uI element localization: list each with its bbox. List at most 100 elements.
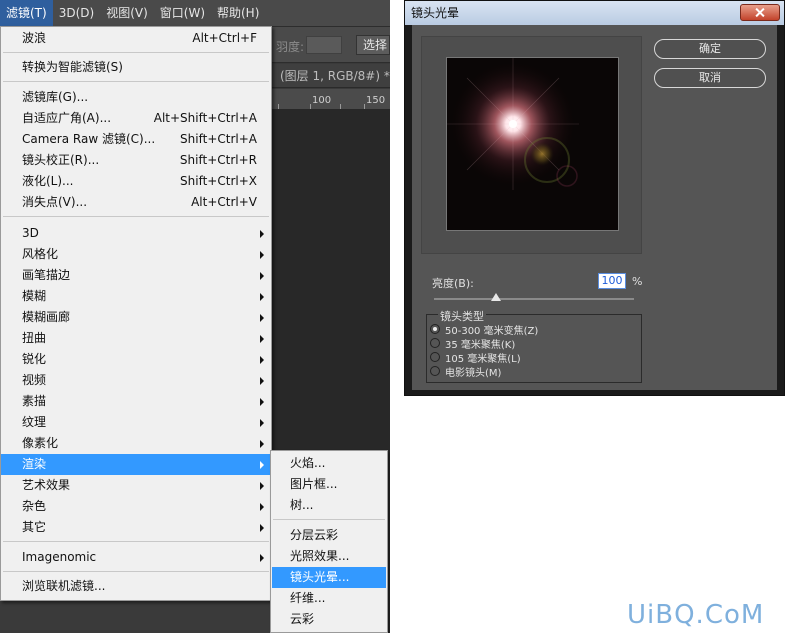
menu-item-texture[interactable]: 纹理	[1, 412, 271, 433]
submenu-arrow-icon	[260, 230, 264, 238]
menu-item-other[interactable]: 其它	[1, 517, 271, 538]
menu-item-blur[interactable]: 模糊	[1, 286, 271, 307]
dialog-title: 镜头光晕	[411, 6, 460, 20]
menu-item-pixelate[interactable]: 像素化	[1, 433, 271, 454]
menu-item-label: 液化(L)...	[22, 174, 74, 188]
slider-thumb-icon[interactable]	[491, 293, 501, 301]
submenu-arrow-icon	[260, 377, 264, 385]
submenu-arrow-icon	[260, 335, 264, 343]
lens-type-option[interactable]: 35 毫米聚焦(K)	[430, 336, 516, 351]
menu-item-label: 渲染	[22, 457, 47, 471]
brightness-slider[interactable]	[434, 298, 634, 300]
menu-item-label: 画笔描边	[22, 268, 71, 282]
lens-type-label: 电影镜头(M)	[445, 367, 502, 379]
menu-item-noise[interactable]: 杂色	[1, 496, 271, 517]
submenu-item-tree[interactable]: 树...	[272, 495, 386, 516]
lens-type-option[interactable]: 50-300 毫米变焦(Z)	[430, 322, 538, 337]
menu-item-label: Camera Raw 滤镜(C)...	[22, 132, 156, 146]
menu-item-shortcut: Shift+Ctrl+A	[180, 132, 257, 146]
menu-separator	[3, 571, 269, 572]
menu-item-distort[interactable]: 扭曲	[1, 328, 271, 349]
select-button[interactable]: 选择	[356, 35, 390, 55]
menu-item-sharpen[interactable]: 锐化	[1, 349, 271, 370]
ok-button[interactable]: 确定	[654, 39, 766, 59]
menu-item-label: 艺术效果	[22, 478, 71, 492]
percent-unit: %	[632, 275, 643, 288]
menu-item-blur-gallery[interactable]: 模糊画廊	[1, 307, 271, 328]
lens-type-label: 35 毫米聚焦(K)	[445, 339, 516, 351]
radio-icon[interactable]	[430, 352, 440, 362]
submenu-arrow-icon	[260, 554, 264, 562]
lens-type-option[interactable]: 电影镜头(M)	[430, 364, 502, 379]
menu-item-vanishing-point[interactable]: 消失点(V)... Alt+Ctrl+V	[1, 192, 271, 213]
menu-3d[interactable]: 3D(D)	[53, 0, 100, 27]
menu-item-label: 其它	[22, 520, 47, 534]
submenu-arrow-icon	[260, 398, 264, 406]
document-tab[interactable]: (图层 1, RGB/8#) *	[270, 64, 390, 88]
menu-item-liquify[interactable]: 液化(L)... Shift+Ctrl+X	[1, 171, 271, 192]
menu-item-camera-raw[interactable]: Camera Raw 滤镜(C)... Shift+Ctrl+A	[1, 129, 271, 150]
menu-item-shortcut: Alt+Ctrl+F	[192, 31, 257, 45]
flare-preview[interactable]	[446, 57, 619, 231]
menu-item-label: 纹理	[22, 415, 47, 429]
submenu-arrow-icon	[260, 440, 264, 448]
menu-item-render[interactable]: 渲染	[1, 454, 271, 475]
menu-item-stylize[interactable]: 风格化	[1, 244, 271, 265]
menu-item-video[interactable]: 视频	[1, 370, 271, 391]
menu-view[interactable]: 视图(V)	[100, 0, 154, 27]
preview-panel	[421, 36, 642, 254]
submenu-item-difference-clouds[interactable]: 分层云彩	[272, 525, 386, 546]
menu-item-label: 波浪	[22, 31, 47, 45]
options-bar: 羽度: 选择	[270, 27, 390, 63]
cancel-button[interactable]: 取消	[654, 68, 766, 88]
submenu-item-lighting-effects[interactable]: 光照效果...	[272, 546, 386, 567]
menu-item-adaptive-wide-angle[interactable]: 自适应广角(A)... Alt+Shift+Ctrl+A	[1, 108, 271, 129]
ruler-label: 150	[366, 95, 386, 106]
menu-item-label: 像素化	[22, 436, 59, 450]
menu-separator	[3, 52, 269, 53]
menu-item-label: 素描	[22, 394, 47, 408]
menu-item-3d[interactable]: 3D	[1, 223, 271, 244]
submenu-item-flame[interactable]: 火焰...	[272, 453, 386, 474]
lens-type-option[interactable]: 105 毫米聚焦(L)	[430, 350, 521, 365]
menu-item-label: 3D	[22, 226, 39, 240]
menu-item-label: 模糊画廊	[22, 310, 71, 324]
menu-bar: 滤镜(T) 3D(D) 视图(V) 窗口(W) 帮助(H)	[0, 0, 390, 27]
lens-type-label: 105 毫米聚焦(L)	[445, 353, 521, 365]
menu-item-browse-online-filters[interactable]: 浏览联机滤镜...	[1, 576, 271, 597]
menu-item-filter-gallery[interactable]: 滤镜库(G)...	[1, 87, 271, 108]
dialog-body: 确定 取消 亮度(B): 100 % 镜头类型 50-300 毫米变焦(Z) 3…	[412, 25, 777, 390]
submenu-arrow-icon	[260, 482, 264, 490]
ruler: 100 150	[270, 89, 390, 109]
radio-icon[interactable]	[430, 324, 440, 334]
submenu-item-lens-flare[interactable]: 镜头光晕...	[272, 567, 386, 588]
radio-icon[interactable]	[430, 366, 440, 376]
brightness-input[interactable]: 100	[598, 273, 626, 289]
render-submenu: 火焰... 图片框... 树... 分层云彩 光照效果... 镜头光晕... 纤…	[270, 450, 388, 633]
menu-separator	[3, 541, 269, 542]
menu-item-shortcut: Shift+Ctrl+R	[179, 153, 257, 167]
menu-window[interactable]: 窗口(W)	[154, 0, 211, 27]
menu-help[interactable]: 帮助(H)	[211, 0, 265, 27]
feather-label: 羽度:	[276, 40, 305, 54]
menu-item-brush-strokes[interactable]: 画笔描边	[1, 265, 271, 286]
radio-icon[interactable]	[430, 338, 440, 348]
submenu-arrow-icon	[260, 251, 264, 259]
menu-item-lens-correction[interactable]: 镜头校正(R)... Shift+Ctrl+R	[1, 150, 271, 171]
submenu-item-picture-frame[interactable]: 图片框...	[272, 474, 386, 495]
menu-item-label: 转换为智能滤镜(S)	[22, 60, 123, 74]
submenu-item-clouds[interactable]: 云彩	[272, 609, 386, 630]
close-icon[interactable]	[740, 4, 780, 21]
submenu-item-fibers[interactable]: 纤维...	[272, 588, 386, 609]
menu-item-convert-smart-filter[interactable]: 转换为智能滤镜(S)	[1, 57, 271, 78]
menu-item-wave[interactable]: 波浪 Alt+Ctrl+F	[1, 28, 271, 49]
menu-filter[interactable]: 滤镜(T)	[0, 0, 53, 27]
menu-item-imagenomic[interactable]: Imagenomic	[1, 547, 271, 568]
menu-item-artistic[interactable]: 艺术效果	[1, 475, 271, 496]
feather-input[interactable]	[306, 36, 342, 54]
submenu-arrow-icon	[260, 524, 264, 532]
lens-flare-image	[447, 58, 618, 230]
menu-item-label: 镜头校正(R)...	[22, 153, 100, 167]
watermark: UiBQ.CoM	[627, 600, 765, 630]
menu-item-sketch[interactable]: 素描	[1, 391, 271, 412]
